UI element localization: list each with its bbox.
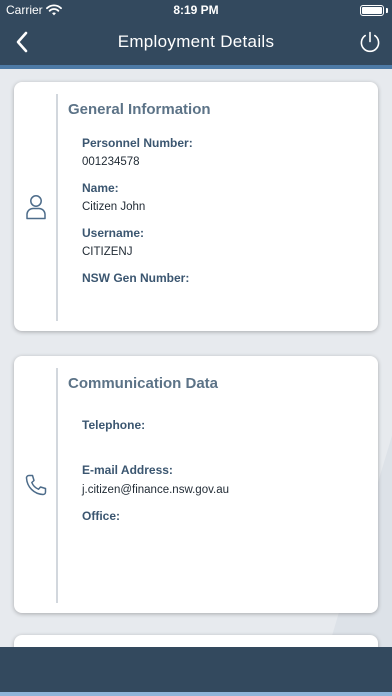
phone-icon (25, 474, 47, 495)
page-title: Employment Details (117, 32, 275, 51)
status-bar: Carrier 8:19 PM (0, 0, 392, 20)
bottom-bar (0, 647, 392, 692)
username-value: CITIZENJ (82, 246, 133, 258)
section-title: Communication Data (68, 375, 219, 392)
logout-button[interactable] (356, 28, 384, 56)
bottom-accent-stripe (0, 692, 392, 696)
office-label: Office: (82, 509, 121, 523)
personnel-number-label: Personnel Number: (82, 136, 193, 150)
personnel-number-value: 001234578 (82, 156, 140, 168)
username-label: Username: (82, 226, 145, 240)
status-time: 8:19 PM (173, 3, 219, 17)
card-divider (56, 94, 58, 321)
communication-data-card: Communication Data Telephone: E-mail Add… (14, 356, 378, 613)
email-address-value: j.citizen@finance.nsw.gov.au (82, 484, 229, 496)
chevron-left-icon (16, 31, 28, 53)
section-title: General Information (68, 101, 211, 118)
back-button[interactable] (8, 28, 36, 56)
general-information-card: General Information Personnel Number: 00… (14, 82, 378, 331)
telephone-label: Telephone: (82, 418, 146, 432)
battery-tip (386, 8, 388, 13)
email-address-label: E-mail Address: (82, 463, 173, 477)
power-icon (360, 31, 380, 53)
person-icon (26, 194, 46, 219)
card-divider (56, 368, 58, 603)
navigation-bar: Employment Details (0, 20, 392, 65)
name-value: Citizen John (82, 201, 146, 213)
name-label: Name: (82, 181, 119, 195)
nsw-gen-number-label: NSW Gen Number: (82, 271, 190, 285)
next-card (14, 635, 378, 647)
battery-icon (360, 5, 384, 16)
details-scroll-area[interactable]: General Information Personnel Number: 00… (0, 69, 392, 647)
